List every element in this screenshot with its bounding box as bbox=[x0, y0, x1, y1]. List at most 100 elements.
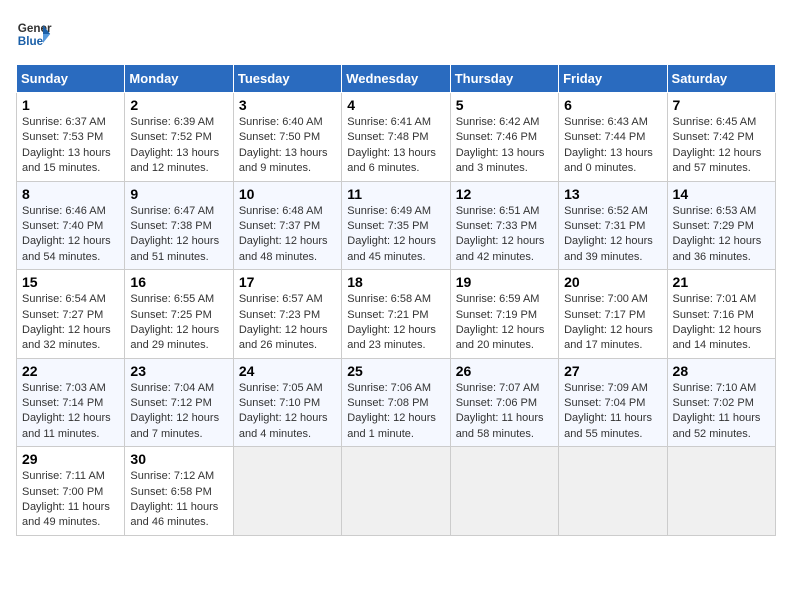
day-number: 4 bbox=[347, 97, 444, 113]
calendar-week-3: 15 Sunrise: 6:54 AM Sunset: 7:27 PM Dayl… bbox=[17, 270, 776, 359]
day-info: Sunrise: 6:42 AM Sunset: 7:46 PM Dayligh… bbox=[456, 115, 553, 177]
calendar-cell: 30 Sunrise: 7:12 AM Sunset: 6:58 PM Dayl… bbox=[125, 447, 233, 536]
weekday-header-sunday: Sunday bbox=[17, 65, 125, 93]
day-number: 23 bbox=[130, 363, 227, 379]
weekday-header-monday: Monday bbox=[125, 65, 233, 93]
day-info: Sunrise: 7:07 AM Sunset: 7:06 PM Dayligh… bbox=[456, 381, 553, 443]
calendar-week-4: 22 Sunrise: 7:03 AM Sunset: 7:14 PM Dayl… bbox=[17, 358, 776, 447]
day-info: Sunrise: 6:51 AM Sunset: 7:33 PM Dayligh… bbox=[456, 204, 553, 266]
day-info: Sunrise: 6:59 AM Sunset: 7:19 PM Dayligh… bbox=[456, 292, 553, 354]
calendar-cell: 19 Sunrise: 6:59 AM Sunset: 7:19 PM Dayl… bbox=[450, 270, 558, 359]
day-number: 30 bbox=[130, 451, 227, 467]
calendar-cell: 8 Sunrise: 6:46 AM Sunset: 7:40 PM Dayli… bbox=[17, 181, 125, 270]
calendar-cell: 29 Sunrise: 7:11 AM Sunset: 7:00 PM Dayl… bbox=[17, 447, 125, 536]
svg-text:Blue: Blue bbox=[18, 35, 44, 48]
day-info: Sunrise: 7:10 AM Sunset: 7:02 PM Dayligh… bbox=[673, 381, 770, 443]
day-number: 21 bbox=[673, 274, 770, 290]
calendar-cell: 20 Sunrise: 7:00 AM Sunset: 7:17 PM Dayl… bbox=[559, 270, 667, 359]
calendar-cell: 6 Sunrise: 6:43 AM Sunset: 7:44 PM Dayli… bbox=[559, 93, 667, 182]
calendar-cell: 10 Sunrise: 6:48 AM Sunset: 7:37 PM Dayl… bbox=[233, 181, 341, 270]
day-number: 28 bbox=[673, 363, 770, 379]
day-number: 13 bbox=[564, 186, 661, 202]
day-number: 8 bbox=[22, 186, 119, 202]
calendar-cell: 7 Sunrise: 6:45 AM Sunset: 7:42 PM Dayli… bbox=[667, 93, 775, 182]
day-info: Sunrise: 6:37 AM Sunset: 7:53 PM Dayligh… bbox=[22, 115, 119, 177]
calendar-cell: 16 Sunrise: 6:55 AM Sunset: 7:25 PM Dayl… bbox=[125, 270, 233, 359]
day-info: Sunrise: 7:00 AM Sunset: 7:17 PM Dayligh… bbox=[564, 292, 661, 354]
day-info: Sunrise: 6:49 AM Sunset: 7:35 PM Dayligh… bbox=[347, 204, 444, 266]
day-info: Sunrise: 6:52 AM Sunset: 7:31 PM Dayligh… bbox=[564, 204, 661, 266]
day-info: Sunrise: 7:05 AM Sunset: 7:10 PM Dayligh… bbox=[239, 381, 336, 443]
day-info: Sunrise: 6:55 AM Sunset: 7:25 PM Dayligh… bbox=[130, 292, 227, 354]
day-number: 20 bbox=[564, 274, 661, 290]
day-info: Sunrise: 6:45 AM Sunset: 7:42 PM Dayligh… bbox=[673, 115, 770, 177]
calendar-cell: 11 Sunrise: 6:49 AM Sunset: 7:35 PM Dayl… bbox=[342, 181, 450, 270]
logo-icon: General Blue bbox=[16, 16, 52, 52]
calendar-cell: 3 Sunrise: 6:40 AM Sunset: 7:50 PM Dayli… bbox=[233, 93, 341, 182]
day-number: 27 bbox=[564, 363, 661, 379]
day-number: 22 bbox=[22, 363, 119, 379]
day-number: 15 bbox=[22, 274, 119, 290]
calendar-cell bbox=[233, 447, 341, 536]
calendar-cell: 13 Sunrise: 6:52 AM Sunset: 7:31 PM Dayl… bbox=[559, 181, 667, 270]
weekday-header-tuesday: Tuesday bbox=[233, 65, 341, 93]
day-number: 2 bbox=[130, 97, 227, 113]
calendar-cell: 21 Sunrise: 7:01 AM Sunset: 7:16 PM Dayl… bbox=[667, 270, 775, 359]
day-number: 1 bbox=[22, 97, 119, 113]
day-number: 14 bbox=[673, 186, 770, 202]
calendar-cell: 24 Sunrise: 7:05 AM Sunset: 7:10 PM Dayl… bbox=[233, 358, 341, 447]
day-number: 11 bbox=[347, 186, 444, 202]
calendar-cell: 28 Sunrise: 7:10 AM Sunset: 7:02 PM Dayl… bbox=[667, 358, 775, 447]
day-number: 19 bbox=[456, 274, 553, 290]
calendar-cell: 15 Sunrise: 6:54 AM Sunset: 7:27 PM Dayl… bbox=[17, 270, 125, 359]
calendar-cell: 1 Sunrise: 6:37 AM Sunset: 7:53 PM Dayli… bbox=[17, 93, 125, 182]
day-info: Sunrise: 7:12 AM Sunset: 6:58 PM Dayligh… bbox=[130, 469, 227, 531]
calendar-cell: 4 Sunrise: 6:41 AM Sunset: 7:48 PM Dayli… bbox=[342, 93, 450, 182]
calendar-cell bbox=[667, 447, 775, 536]
calendar-table: SundayMondayTuesdayWednesdayThursdayFrid… bbox=[16, 64, 776, 536]
calendar-cell bbox=[342, 447, 450, 536]
day-number: 12 bbox=[456, 186, 553, 202]
day-info: Sunrise: 7:04 AM Sunset: 7:12 PM Dayligh… bbox=[130, 381, 227, 443]
calendar-cell: 12 Sunrise: 6:51 AM Sunset: 7:33 PM Dayl… bbox=[450, 181, 558, 270]
day-number: 26 bbox=[456, 363, 553, 379]
day-info: Sunrise: 6:57 AM Sunset: 7:23 PM Dayligh… bbox=[239, 292, 336, 354]
day-number: 18 bbox=[347, 274, 444, 290]
day-info: Sunrise: 7:11 AM Sunset: 7:00 PM Dayligh… bbox=[22, 469, 119, 531]
day-number: 5 bbox=[456, 97, 553, 113]
calendar-cell: 23 Sunrise: 7:04 AM Sunset: 7:12 PM Dayl… bbox=[125, 358, 233, 447]
calendar-cell bbox=[450, 447, 558, 536]
day-info: Sunrise: 7:01 AM Sunset: 7:16 PM Dayligh… bbox=[673, 292, 770, 354]
day-number: 6 bbox=[564, 97, 661, 113]
calendar-cell: 22 Sunrise: 7:03 AM Sunset: 7:14 PM Dayl… bbox=[17, 358, 125, 447]
calendar-week-2: 8 Sunrise: 6:46 AM Sunset: 7:40 PM Dayli… bbox=[17, 181, 776, 270]
calendar-cell: 2 Sunrise: 6:39 AM Sunset: 7:52 PM Dayli… bbox=[125, 93, 233, 182]
calendar-cell: 18 Sunrise: 6:58 AM Sunset: 7:21 PM Dayl… bbox=[342, 270, 450, 359]
calendar-cell: 25 Sunrise: 7:06 AM Sunset: 7:08 PM Dayl… bbox=[342, 358, 450, 447]
page-header: General Blue bbox=[16, 16, 776, 52]
calendar-cell: 17 Sunrise: 6:57 AM Sunset: 7:23 PM Dayl… bbox=[233, 270, 341, 359]
weekday-header-wednesday: Wednesday bbox=[342, 65, 450, 93]
day-info: Sunrise: 6:39 AM Sunset: 7:52 PM Dayligh… bbox=[130, 115, 227, 177]
day-number: 9 bbox=[130, 186, 227, 202]
day-info: Sunrise: 7:06 AM Sunset: 7:08 PM Dayligh… bbox=[347, 381, 444, 443]
day-info: Sunrise: 7:09 AM Sunset: 7:04 PM Dayligh… bbox=[564, 381, 661, 443]
day-info: Sunrise: 7:03 AM Sunset: 7:14 PM Dayligh… bbox=[22, 381, 119, 443]
calendar-cell: 26 Sunrise: 7:07 AM Sunset: 7:06 PM Dayl… bbox=[450, 358, 558, 447]
day-number: 3 bbox=[239, 97, 336, 113]
day-number: 24 bbox=[239, 363, 336, 379]
logo: General Blue bbox=[16, 16, 52, 52]
day-number: 25 bbox=[347, 363, 444, 379]
calendar-cell: 27 Sunrise: 7:09 AM Sunset: 7:04 PM Dayl… bbox=[559, 358, 667, 447]
day-info: Sunrise: 6:47 AM Sunset: 7:38 PM Dayligh… bbox=[130, 204, 227, 266]
day-info: Sunrise: 6:53 AM Sunset: 7:29 PM Dayligh… bbox=[673, 204, 770, 266]
day-info: Sunrise: 6:54 AM Sunset: 7:27 PM Dayligh… bbox=[22, 292, 119, 354]
day-number: 10 bbox=[239, 186, 336, 202]
day-info: Sunrise: 6:41 AM Sunset: 7:48 PM Dayligh… bbox=[347, 115, 444, 177]
day-info: Sunrise: 6:58 AM Sunset: 7:21 PM Dayligh… bbox=[347, 292, 444, 354]
calendar-cell: 9 Sunrise: 6:47 AM Sunset: 7:38 PM Dayli… bbox=[125, 181, 233, 270]
calendar-cell: 5 Sunrise: 6:42 AM Sunset: 7:46 PM Dayli… bbox=[450, 93, 558, 182]
weekday-header-thursday: Thursday bbox=[450, 65, 558, 93]
day-info: Sunrise: 6:40 AM Sunset: 7:50 PM Dayligh… bbox=[239, 115, 336, 177]
day-info: Sunrise: 6:43 AM Sunset: 7:44 PM Dayligh… bbox=[564, 115, 661, 177]
